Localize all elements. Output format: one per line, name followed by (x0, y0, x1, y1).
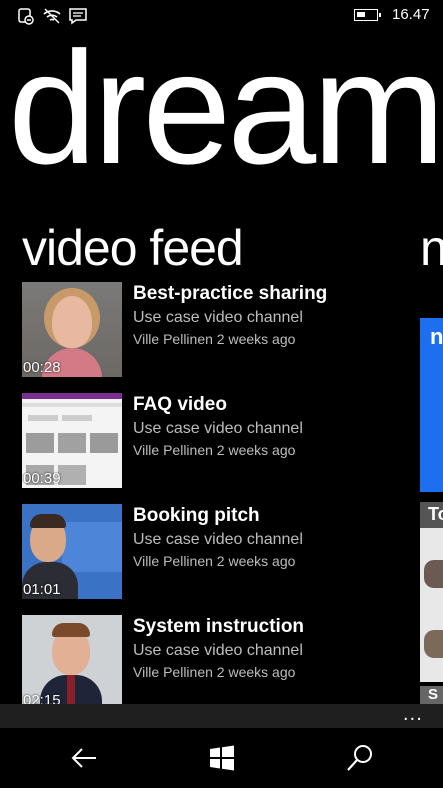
video-meta: Ville Pellinen 2 weeks ago (133, 664, 296, 680)
tie-shape (67, 675, 75, 704)
app-title: dream (8, 18, 443, 197)
video-item[interactable]: 01:01 Booking pitch Use case video chann… (22, 504, 420, 615)
video-thumbnail[interactable]: 00:28 (22, 282, 122, 377)
video-title: System instruction (133, 616, 305, 637)
peek-tile-text: To (428, 504, 443, 524)
thumb-block (28, 415, 58, 421)
thumb-video-tile (90, 433, 118, 453)
video-channel: Use case video channel (133, 531, 303, 548)
thumb-video-tile (58, 465, 86, 485)
thumb-block (62, 415, 92, 421)
peek-accent-tile[interactable]: n (420, 318, 443, 492)
video-meta: Ville Pellinen 2 weeks ago (133, 442, 296, 458)
video-title: Best-practice sharing (133, 283, 328, 304)
video-title: FAQ video (133, 394, 227, 415)
video-item[interactable]: 00:28 Best-practice sharing Use case vid… (22, 282, 420, 393)
video-thumbnail[interactable]: 00:39 (22, 393, 122, 488)
video-info[interactable]: Best-practice sharing Use case video cha… (133, 282, 420, 349)
video-channel: Use case video channel (133, 309, 303, 326)
video-meta: Ville Pellinen 2 weeks ago (133, 553, 296, 569)
windows-start-icon[interactable] (206, 742, 238, 774)
back-arrow-icon[interactable] (68, 742, 100, 774)
video-thumbnail[interactable]: 02:15 (22, 615, 122, 704)
video-duration: 02:15 (23, 692, 61, 704)
more-options-button[interactable]: ... (403, 704, 423, 726)
thumb-nav-bar (22, 403, 122, 407)
peek-content-tile[interactable]: To (420, 502, 443, 682)
peek-avatar (424, 630, 443, 658)
video-info[interactable]: System instruction Use case video channe… (133, 615, 420, 682)
navigation-bar (0, 728, 443, 788)
peek-content-tile[interactable]: S (420, 686, 443, 704)
battery-level (357, 12, 365, 17)
thumb-video-tile (26, 433, 54, 453)
peek-avatar (424, 560, 443, 588)
thumb-screen (62, 522, 122, 572)
peek-tile-text: S (428, 686, 439, 703)
hair-shape (30, 514, 66, 528)
video-meta: Ville Pellinen 2 weeks ago (133, 331, 296, 347)
video-feed-list: 00:28 Best-practice sharing Use case vid… (22, 282, 420, 704)
video-thumbnail[interactable]: 01:01 (22, 504, 122, 599)
video-channel: Use case video channel (133, 420, 303, 437)
app-bar: ... (0, 704, 443, 728)
video-duration: 01:01 (23, 581, 61, 598)
face-shape (52, 296, 92, 348)
video-item[interactable]: 00:39 FAQ video Use case video channel V… (22, 393, 420, 504)
peek-tile-text: n (430, 324, 443, 349)
thumb-video-tile (58, 433, 86, 453)
section-title[interactable]: video feed (22, 218, 244, 278)
video-info[interactable]: FAQ video Use case video channel Ville P… (133, 393, 420, 460)
search-icon[interactable] (344, 742, 376, 774)
video-title: Booking pitch (133, 505, 260, 526)
video-channel: Use case video channel (133, 642, 303, 659)
next-section-peek[interactable]: n (420, 218, 443, 278)
video-duration: 00:39 (23, 470, 61, 487)
hair-shape (52, 623, 90, 637)
thumb-header-bar (22, 393, 122, 399)
video-item[interactable]: 02:15 System instruction Use case video … (22, 615, 420, 704)
video-info[interactable]: Booking pitch Use case video channel Vil… (133, 504, 420, 571)
video-duration: 00:28 (23, 359, 61, 376)
